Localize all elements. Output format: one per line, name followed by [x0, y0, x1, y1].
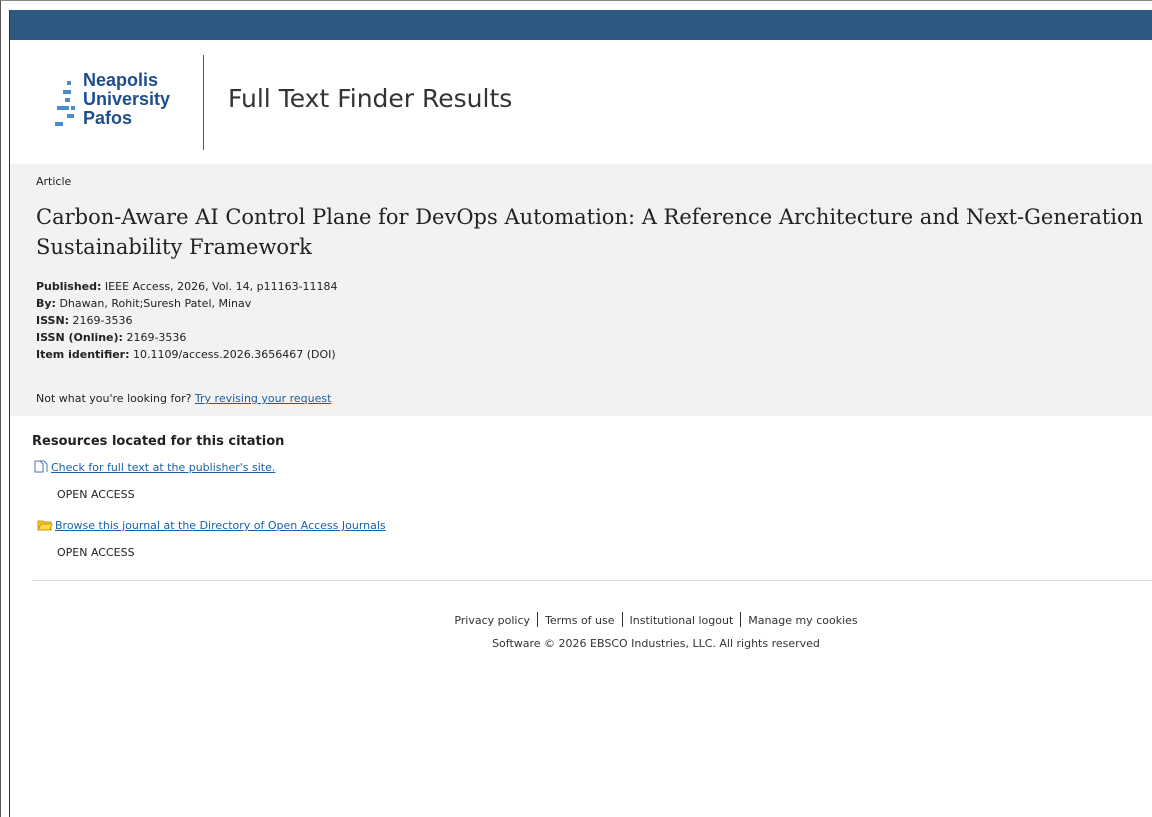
doaj-browse-link[interactable]: Browse this journal at the Directory of … — [55, 519, 386, 532]
terms-of-use-link[interactable]: Terms of use — [545, 614, 614, 627]
item-identifier-row: Item identifier: 10.1109/access.2026.365… — [36, 348, 336, 361]
issn-online-row: ISSN (Online): 2169-3536 — [36, 331, 187, 344]
header-divider — [203, 55, 204, 150]
page-header: Neapolis University Pafos Full Text Find… — [10, 40, 1152, 164]
manage-cookies-link[interactable]: Manage my cookies — [748, 614, 857, 627]
citation-meta: Published: IEEE Access, 2026, Vol. 14, p… — [36, 278, 338, 363]
resources-heading: Resources located for this citation — [32, 434, 285, 449]
open-access-label: OPEN ACCESS — [57, 546, 135, 559]
footer-links: Privacy policy Terms of use Institutional … — [1, 612, 1152, 627]
separator — [621, 612, 623, 627]
document-icon — [34, 460, 49, 476]
published-row: Published: IEEE Access, 2026, Vol. 14, p… — [36, 280, 338, 293]
page-title: Full Text Finder Results — [228, 84, 513, 113]
logo-line-3: Pafos — [83, 108, 133, 128]
resource-item-doaj: Browse this journal at the Directory of … — [37, 518, 386, 534]
open-access-label: OPEN ACCESS — [57, 488, 135, 501]
publisher-fulltext-link[interactable]: Check for full text at the publisher's s… — [51, 461, 275, 474]
privacy-policy-link[interactable]: Privacy policy — [454, 614, 530, 627]
citation-type: Article — [36, 175, 72, 188]
logo-text: Neapolis University Pafos — [83, 71, 170, 128]
resource-item-publisher: Check for full text at the publisher's s… — [34, 460, 275, 476]
logo-line-2: University — [83, 89, 171, 109]
citation-title: Carbon-Aware AI Control Plane for DevOps… — [36, 202, 1152, 262]
browser-frame: Neapolis University Pafos Full Text Find… — [0, 0, 1152, 817]
not-looking-text: Not what you're looking for? Try revisin… — [36, 392, 332, 405]
logo-line-1: Neapolis — [83, 70, 159, 90]
footer-divider — [32, 580, 1152, 581]
citation-title-line-2: Sustainability Framework — [36, 235, 312, 259]
revise-request-link[interactable]: Try revising your request — [195, 392, 332, 405]
logo-mark-icon — [53, 73, 79, 133]
separator — [740, 612, 742, 627]
citation-panel: Article Carbon-Aware AI Control Plane fo… — [10, 164, 1152, 416]
citation-title-line-1: Carbon-Aware AI Control Plane for DevOps… — [36, 205, 1144, 229]
institutional-logout-link[interactable]: Institutional logout — [630, 614, 734, 627]
folder-icon — [37, 518, 53, 534]
authors-row: By: Dhawan, Rohit;Suresh Patel, Minav — [36, 297, 252, 310]
separator — [537, 612, 539, 627]
top-bar — [10, 10, 1152, 40]
university-logo[interactable]: Neapolis University Pafos — [53, 71, 193, 141]
issn-row: ISSN: 2169-3536 — [36, 314, 133, 327]
copyright-text: Software © 2026 EBSCO Industries, LLC. A… — [492, 637, 820, 650]
